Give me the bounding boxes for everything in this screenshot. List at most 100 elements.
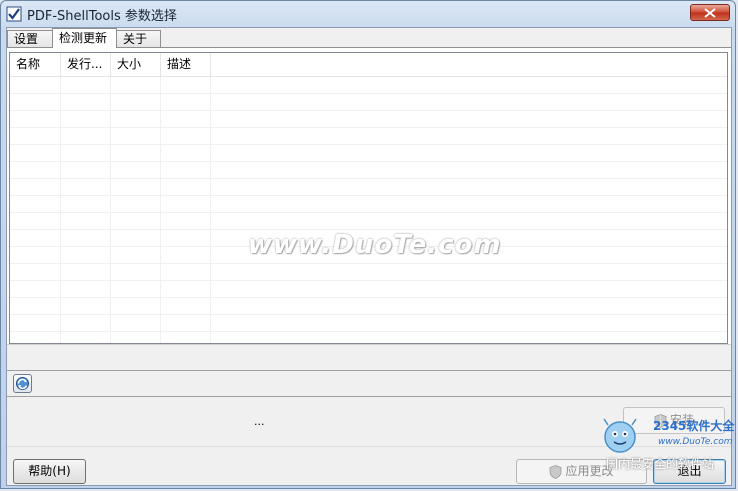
logo-slogan-text: 国内最安全的软件站	[606, 457, 715, 471]
list-cell-empty	[61, 77, 111, 94]
list-cell-empty	[10, 162, 61, 179]
list-cell-empty	[61, 128, 111, 145]
site-watermark: www.DuoTe.com	[248, 230, 502, 260]
list-row-empty	[10, 196, 727, 213]
list-cell-empty	[10, 128, 61, 145]
list-body	[10, 77, 727, 343]
list-cell-empty	[61, 145, 111, 162]
list-cell-empty	[161, 145, 211, 162]
list-cell-empty	[111, 298, 161, 315]
list-row-empty	[10, 315, 727, 332]
list-cell-empty	[10, 332, 61, 343]
list-row-empty	[10, 332, 727, 343]
column-description[interactable]: 描述	[161, 53, 211, 76]
refresh-globe-icon	[16, 377, 29, 390]
list-cell-empty	[61, 264, 111, 281]
tab-about[interactable]: 关于	[116, 30, 161, 47]
corner-watermark-logo: 2345软件大全 www.DuoTe.com 国内最安全的软件站	[598, 413, 736, 475]
list-cell-empty	[10, 196, 61, 213]
list-cell-empty	[61, 281, 111, 298]
list-header: 名称 发行... 大小 描述	[10, 53, 727, 77]
help-button[interactable]: 帮助(H)	[13, 459, 86, 484]
list-footer-strip	[7, 344, 731, 370]
list-row-empty	[10, 298, 727, 315]
list-cell-empty	[161, 230, 211, 247]
list-cell-empty	[10, 264, 61, 281]
window-title: PDF-ShellTools 参数选择	[27, 9, 177, 24]
mascot-logo-icon	[603, 418, 637, 453]
list-cell-empty	[10, 315, 61, 332]
list-cell-empty	[161, 315, 211, 332]
tab-strip: 设置 检测更新 关于	[7, 28, 731, 48]
list-cell-empty	[161, 332, 211, 343]
list-row-empty	[10, 162, 727, 179]
list-row-empty	[10, 145, 727, 162]
list-cell-empty	[61, 162, 111, 179]
column-release[interactable]: 发行...	[61, 53, 111, 76]
list-cell-empty	[111, 332, 161, 343]
list-cell-empty	[61, 94, 111, 111]
list-row-empty	[10, 213, 727, 230]
list-row-empty	[10, 111, 727, 128]
list-cell-empty	[61, 298, 111, 315]
list-cell-empty	[61, 247, 111, 264]
list-cell-empty	[111, 281, 161, 298]
list-cell-empty	[161, 247, 211, 264]
list-cell-empty	[111, 162, 161, 179]
tab-settings[interactable]: 设置	[7, 30, 53, 47]
list-cell-empty	[61, 315, 111, 332]
list-cell-empty	[161, 264, 211, 281]
app-check-icon	[6, 6, 22, 22]
list-cell-empty	[111, 247, 161, 264]
logo-brand-text: 2345软件大全	[653, 419, 735, 433]
list-cell-empty	[161, 162, 211, 179]
list-cell-empty	[111, 128, 161, 145]
list-cell-empty	[161, 77, 211, 94]
list-cell-empty	[10, 230, 61, 247]
list-cell-empty	[10, 298, 61, 315]
list-cell-empty	[111, 179, 161, 196]
list-cell-empty	[10, 145, 61, 162]
list-cell-empty	[161, 196, 211, 213]
list-cell-empty	[111, 94, 161, 111]
uac-shield-icon	[550, 464, 562, 479]
list-cell-empty	[111, 213, 161, 230]
list-cell-empty	[61, 179, 111, 196]
list-cell-empty	[161, 281, 211, 298]
column-size[interactable]: 大小	[111, 53, 161, 76]
list-cell-empty	[161, 94, 211, 111]
list-cell-empty	[10, 94, 61, 111]
list-cell-empty	[111, 315, 161, 332]
list-cell-empty	[161, 111, 211, 128]
list-cell-empty	[111, 145, 161, 162]
list-cell-empty	[10, 179, 61, 196]
list-row-empty	[10, 77, 727, 94]
title-bar[interactable]: PDF-ShellTools 参数选择	[1, 1, 735, 27]
list-cell-empty	[161, 179, 211, 196]
list-cell-empty	[10, 77, 61, 94]
list-cell-empty	[161, 128, 211, 145]
list-cell-empty	[61, 332, 111, 343]
list-row-empty	[10, 128, 727, 145]
list-cell-empty	[10, 213, 61, 230]
list-cell-empty	[10, 111, 61, 128]
close-button[interactable]	[690, 4, 730, 21]
list-cell-empty	[111, 264, 161, 281]
list-cell-empty	[61, 230, 111, 247]
logo-url-text: www.DuoTe.com	[658, 437, 733, 447]
list-cell-empty	[61, 111, 111, 128]
list-cell-empty	[61, 213, 111, 230]
list-row-empty	[10, 94, 727, 111]
tab-check-updates[interactable]: 检测更新	[52, 28, 117, 48]
list-cell-empty	[10, 281, 61, 298]
list-row-empty	[10, 264, 727, 281]
updates-list[interactable]: 名称 发行... 大小 描述	[9, 52, 728, 344]
column-name[interactable]: 名称	[10, 53, 61, 76]
list-cell-empty	[111, 77, 161, 94]
list-cell-empty	[61, 196, 111, 213]
close-icon	[704, 8, 716, 18]
list-cell-empty	[111, 230, 161, 247]
list-row-empty	[10, 179, 727, 196]
list-row-empty	[10, 281, 727, 298]
check-updates-button[interactable]	[13, 374, 32, 393]
